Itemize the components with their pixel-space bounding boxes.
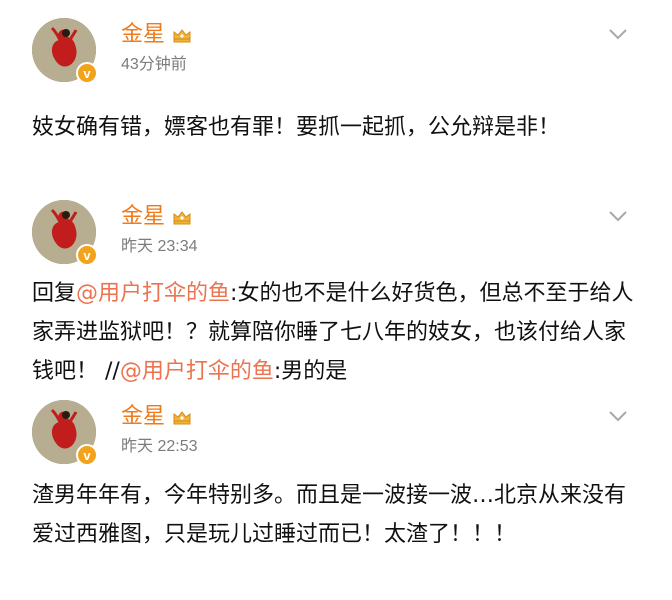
crown-icon [171, 24, 193, 46]
post-header: 金星 [121, 404, 193, 430]
post-item: v 金星 昨天 23:34 回复@用户打伞的鱼:女的也不是什么好货色，但总不至于… [0, 182, 672, 384]
chevron-down-icon[interactable] [608, 28, 628, 40]
reply-prefix: 回复 [32, 281, 77, 306]
timestamp: 昨天 23:34 [121, 238, 198, 255]
avatar[interactable]: v [32, 400, 98, 466]
username[interactable]: 金星 [121, 22, 165, 48]
post-item: v 金星 昨天 22:53 渣男年年有，今年特别多。而且是一波接一波…北京从来没… [0, 382, 672, 600]
chevron-down-icon[interactable] [608, 410, 628, 422]
post-text: 回复@用户打伞的鱼:女的也不是什么好货色，但总不至于给人家弄进监狱吧！？就算陪你… [32, 274, 634, 391]
avatar[interactable]: v [32, 18, 98, 84]
chevron-down-icon[interactable] [608, 210, 628, 222]
timestamp: 昨天 22:53 [121, 438, 198, 455]
repost-separator: // [105, 359, 120, 384]
post-body: 妓女确有错，嫖客也有罪！要抓一起抓，公允辩是非！ [32, 115, 561, 140]
username[interactable]: 金星 [121, 404, 165, 430]
timestamp: 43分钟前 [121, 56, 187, 73]
post-body: 渣男年年有，今年特别多。而且是一波接一波…北京从来没有爱过西雅图，只是玩儿过睡过… [32, 483, 627, 547]
post-text: 妓女确有错，嫖客也有罪！要抓一起抓，公允辩是非！ [32, 108, 634, 147]
verified-badge-icon: v [76, 444, 98, 466]
post-text: 渣男年年有，今年特别多。而且是一波接一波…北京从来没有爱过西雅图，只是玩儿过睡过… [32, 476, 634, 554]
mention-link[interactable]: @用户打伞的鱼 [76, 281, 230, 306]
username[interactable]: 金星 [121, 204, 165, 230]
weibo-feed: v 金星 43分钟前 妓女确有错，嫖客也有罪！要抓一起抓，公允辩是非！ v 金星… [0, 0, 672, 600]
post-header: 金星 [121, 22, 193, 48]
crown-icon [171, 206, 193, 228]
post-header: 金星 [121, 204, 193, 230]
repost-mention-link[interactable]: @用户打伞的鱼 [120, 359, 274, 384]
post-item: v 金星 43分钟前 妓女确有错，嫖客也有罪！要抓一起抓，公允辩是非！ [0, 0, 672, 188]
crown-icon [171, 406, 193, 428]
verified-badge-icon: v [76, 244, 98, 266]
verified-badge-icon: v [76, 62, 98, 84]
avatar[interactable]: v [32, 200, 98, 266]
repost-body: :男的是 [273, 359, 348, 384]
